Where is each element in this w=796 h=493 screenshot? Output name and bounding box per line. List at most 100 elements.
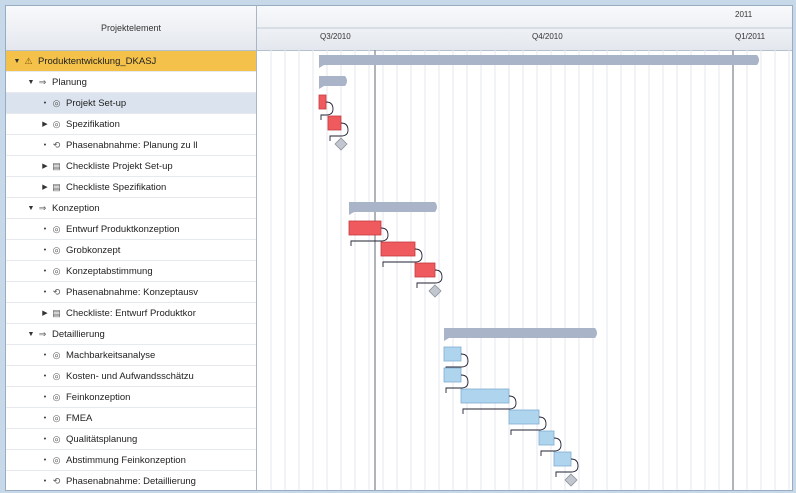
task-type-icon: ⇒ (38, 202, 47, 213)
tree-row-label: Machbarkeitsanalyse (66, 349, 156, 361)
tree-row-label: Qualitätsplanung (66, 433, 138, 445)
task-type-icon: ◎ (52, 223, 61, 234)
tree-row[interactable]: ▼ ⇒ Detaillierung (6, 324, 256, 345)
tree-row[interactable]: • ◎ Qualitätsplanung (6, 429, 256, 450)
task-type-icon: ◎ (52, 244, 61, 255)
task-type-icon: ◎ (52, 412, 61, 423)
tree-row-label: Konzeption (52, 202, 100, 214)
expand-toggle-icon[interactable]: • (40, 100, 50, 107)
task-bar (327, 115, 342, 131)
tree-row[interactable]: ▶ ▤ Checkliste Projekt Set-up (6, 156, 256, 177)
expand-toggle-icon[interactable]: ▼ (26, 331, 36, 338)
tree-row-label: Feinkonzeption (66, 391, 131, 403)
tree-row-label: Kosten- und Aufwandsschätzu (66, 370, 194, 382)
milestone-marker (334, 137, 348, 151)
expand-toggle-icon[interactable]: • (40, 142, 50, 149)
tree-row[interactable]: ▶ ▤ Checkliste Spezifikation (6, 177, 256, 198)
task-type-icon: ⟲ (52, 475, 61, 486)
tree-row[interactable]: • ◎ Machbarkeitsanalyse (6, 345, 256, 366)
project-tree: Projektelement ▼ ⚠ Produktentwicklung_DKAS… (6, 6, 257, 490)
expand-toggle-icon[interactable]: • (40, 289, 50, 296)
summary-bar (319, 55, 759, 68)
tree-row[interactable]: • ◎ Projekt Set-up (6, 93, 256, 114)
task-type-icon: ▤ (52, 160, 61, 171)
expand-toggle-icon[interactable]: • (40, 373, 50, 380)
expand-toggle-icon[interactable]: • (40, 394, 50, 401)
expand-toggle-icon[interactable]: • (40, 436, 50, 443)
task-bar (553, 451, 572, 467)
task-bar (443, 346, 462, 362)
tree-row[interactable]: • ⟲ Phasenabnahme: Konzeptausv (6, 282, 256, 303)
expand-toggle-icon[interactable]: • (40, 415, 50, 422)
tree-row-label: Checkliste Spezifikation (66, 181, 167, 193)
tree-row-label: Konzeptabstimmung (66, 265, 153, 277)
task-bar (443, 367, 462, 383)
summary-bar (319, 76, 347, 89)
expand-toggle-icon[interactable]: ▶ (40, 183, 50, 191)
expand-toggle-icon[interactable]: • (40, 478, 50, 485)
tree-row[interactable]: ▶ ▤ Checkliste: Entwurf Produktkor (6, 303, 256, 324)
tree-row[interactable]: • ◎ Grobkonzept (6, 240, 256, 261)
gantt-chart: 2011 Q3/2010 Q4/2010 Q1/2011 (257, 6, 792, 490)
expand-toggle-icon[interactable]: • (40, 247, 50, 254)
tree-row[interactable]: • ◎ Kosten- und Aufwandsschätzu (6, 366, 256, 387)
expand-toggle-icon[interactable]: • (40, 352, 50, 359)
tree-row[interactable]: • ◎ Konzeptabstimmung (6, 261, 256, 282)
task-bar (414, 262, 436, 278)
task-type-icon: ◎ (52, 97, 61, 108)
task-type-icon: ⇒ (38, 76, 47, 87)
tree-row-label: Projekt Set-up (66, 97, 127, 109)
task-type-icon: ▤ (52, 181, 61, 192)
task-type-icon: ◎ (52, 454, 61, 465)
tree-row-label: FMEA (66, 412, 93, 424)
expand-toggle-icon[interactable]: • (40, 457, 50, 464)
task-bar (318, 94, 327, 110)
tree-row[interactable]: • ◎ FMEA (6, 408, 256, 429)
tree-row-label: Planung (52, 76, 87, 88)
tree-row[interactable]: • ◎ Entwurf Produktkonzeption (6, 219, 256, 240)
tree-row[interactable]: ▼ ⇒ Planung (6, 72, 256, 93)
task-type-icon: ⇒ (38, 328, 47, 339)
task-type-icon: ◎ (52, 349, 61, 360)
tree-row[interactable]: ▶ ◎ Spezifikation (6, 114, 256, 135)
expand-toggle-icon[interactable]: ▼ (26, 79, 36, 86)
task-type-icon: ▤ (52, 307, 61, 318)
summary-bar (349, 202, 437, 215)
tree-rows: ▼ ⚠ Produktentwicklung_DKASJ ▼ ⇒ Planung • ◎ Pro… (6, 51, 256, 490)
task-type-icon: ◎ (52, 118, 61, 129)
tree-column-header[interactable]: Projektelement (6, 6, 256, 51)
task-bar (348, 220, 382, 236)
tree-row[interactable]: • ◎ Feinkonzeption (6, 387, 256, 408)
tree-row-label: Detaillierung (52, 328, 105, 340)
expand-toggle-icon[interactable]: ▶ (40, 162, 50, 170)
tree-row-label: Grobkonzept (66, 244, 121, 256)
tree-row[interactable]: • ◎ Abstimmung Feinkonzeption (6, 450, 256, 471)
task-type-icon: ⚠ (24, 55, 33, 66)
tree-row-label: Checkliste Projekt Set-up (66, 160, 173, 172)
task-type-icon: ⟲ (52, 286, 61, 297)
expand-toggle-icon[interactable]: ▼ (12, 58, 22, 65)
gantt-window: Projektelement ▼ ⚠ Produktentwicklung_DKAS… (5, 5, 793, 491)
expand-toggle-icon[interactable]: ▶ (40, 309, 50, 317)
task-bar (538, 430, 555, 446)
tree-row[interactable]: • ⟲ Phasenabnahme: Planung zu ll (6, 135, 256, 156)
task-bar (508, 409, 540, 425)
tree-row[interactable]: ▼ ⚠ Produktentwicklung_DKASJ (6, 51, 256, 72)
expand-toggle-icon[interactable]: • (40, 226, 50, 233)
tree-row-label: Entwurf Produktkonzeption (66, 223, 180, 235)
task-type-icon: ◎ (52, 265, 61, 276)
tree-row[interactable]: • ⟲ Phasenabnahme: Detaillierung (6, 471, 256, 490)
expand-toggle-icon[interactable]: • (40, 268, 50, 275)
task-type-icon: ⟲ (52, 139, 61, 150)
milestone-marker (564, 473, 578, 487)
tree-row-label: Produktentwicklung_DKASJ (38, 55, 157, 67)
task-type-icon: ◎ (52, 391, 61, 402)
tree-row[interactable]: ▼ ⇒ Konzeption (6, 198, 256, 219)
tree-row-label: Phasenabnahme: Planung zu ll (66, 139, 198, 151)
tree-row-label: Spezifikation (66, 118, 120, 130)
tree-row-label: Abstimmung Feinkonzeption (66, 454, 186, 466)
task-bar (460, 388, 510, 404)
expand-toggle-icon[interactable]: ▶ (40, 120, 50, 128)
task-type-icon: ◎ (52, 370, 61, 381)
expand-toggle-icon[interactable]: ▼ (26, 205, 36, 212)
